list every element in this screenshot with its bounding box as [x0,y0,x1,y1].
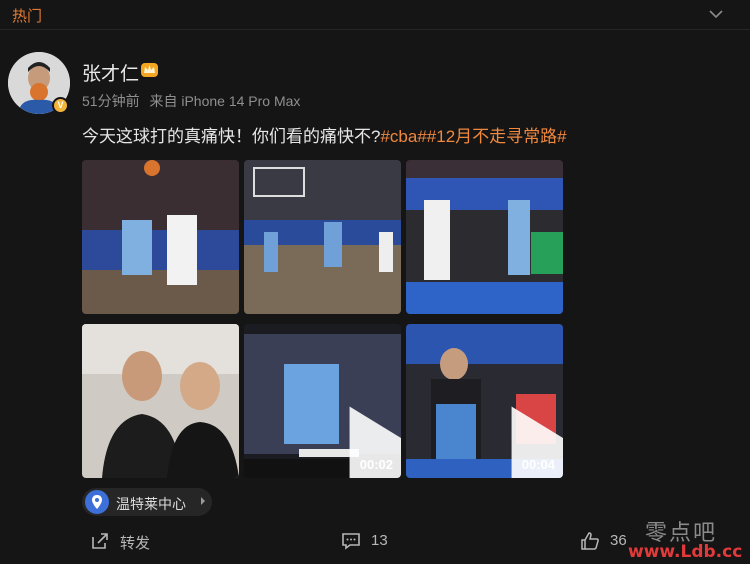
feed-tab-hot[interactable]: 热门 [12,5,42,26]
like-count: 36 [610,532,627,549]
chevron-down-icon[interactable] [708,6,724,22]
post-body: 今天这球打的真痛快！你们看的痛快不?#cba##12月不走寻常路# [82,122,567,147]
media-video-2[interactable]: 00:04 [406,324,563,478]
media-photo-2[interactable] [244,160,401,314]
chevron-right-icon [201,497,205,505]
media-photo-4[interactable] [82,324,239,478]
post-time: 51分钟前 [82,93,140,109]
video-duration: 00:04 [521,457,555,472]
media-video-1[interactable]: 00:02 [244,324,401,478]
share-icon [92,533,108,549]
repost-label: 转发 [120,535,151,552]
location-tag[interactable]: 温特莱中心 [82,488,212,516]
media-photo-1[interactable] [82,160,239,314]
comment-icon [342,533,360,550]
hashtag-link[interactable]: #cba##12月不走寻常路# [380,127,566,146]
post-source: 来自 iPhone 14 Pro Max [149,93,301,109]
post-meta: 51分钟前 来自 iPhone 14 Pro Max [82,91,306,111]
crown-icon[interactable] [140,61,159,78]
comment-count: 13 [371,532,388,549]
media-grid: 00:02 00:04 [82,160,564,478]
post-text: 今天这球打的真痛快！你们看的痛快不? [82,127,381,146]
location-pin-icon [85,490,109,514]
location-label: 温特莱中心 [116,496,186,512]
media-photo-3[interactable] [406,160,563,314]
video-duration: 00:02 [359,457,393,472]
feed-header: 热门 [0,0,750,30]
thumbs-up-icon [581,532,599,550]
watermark-url: www.Ldb.cc [628,542,743,562]
verified-badge: V [52,97,69,114]
author-name[interactable]: 张才仁 [82,59,139,86]
